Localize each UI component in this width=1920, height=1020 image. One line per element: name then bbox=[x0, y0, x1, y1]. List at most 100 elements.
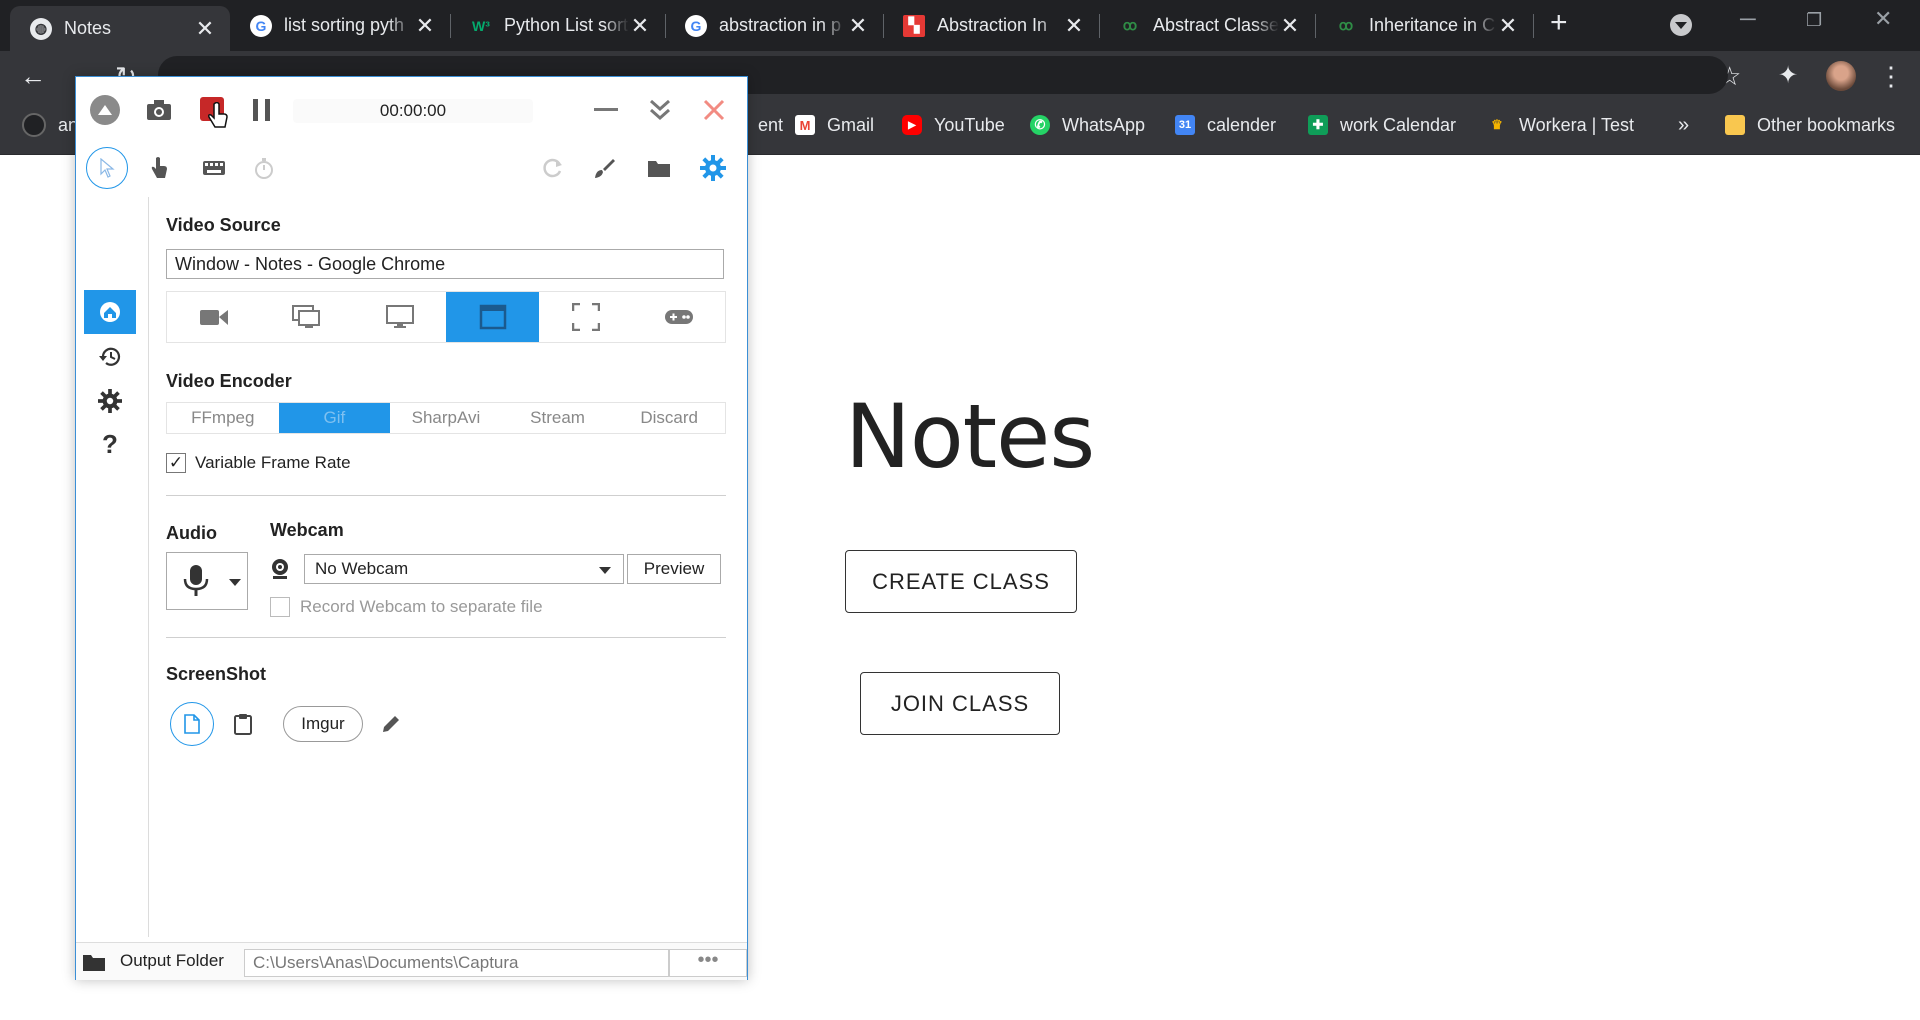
source-game-option[interactable] bbox=[632, 292, 725, 342]
preview-button[interactable]: Preview bbox=[627, 554, 721, 584]
folder-icon bbox=[648, 161, 670, 177]
more-menu-icon[interactable]: ⋮ bbox=[1878, 61, 1904, 92]
bookmark-whatsapp[interactable]: ✆ WhatsApp bbox=[1030, 110, 1145, 140]
tab-notes[interactable]: ◍ Notes ✕ bbox=[10, 6, 230, 51]
screenshot-button[interactable] bbox=[144, 95, 174, 125]
video-source-field[interactable]: Window - Notes - Google Chrome bbox=[166, 249, 724, 279]
collapse-button[interactable] bbox=[90, 95, 120, 125]
variable-frame-rate-label: Variable Frame Rate bbox=[195, 453, 351, 472]
close-tab-icon[interactable]: ✕ bbox=[847, 13, 869, 39]
bookmark-work-calendar[interactable]: ✚ work Calendar bbox=[1308, 110, 1456, 140]
bookmark-label: work Calendar bbox=[1340, 114, 1457, 135]
source-multi-screen-option[interactable] bbox=[260, 292, 353, 342]
minimize-button[interactable] bbox=[591, 95, 621, 125]
new-tab-button[interactable]: + bbox=[1550, 6, 1568, 40]
timer-toggle[interactable] bbox=[249, 153, 279, 183]
multiple-screens-icon bbox=[291, 305, 320, 328]
tab-python-list-sort[interactable]: W³ Python List sort ✕ bbox=[450, 0, 665, 51]
close-tab-icon[interactable]: ✕ bbox=[1063, 13, 1085, 39]
clipboard-button[interactable] bbox=[228, 709, 258, 739]
pause-button[interactable] bbox=[248, 95, 276, 125]
bookmark-gmail[interactable]: M Gmail bbox=[795, 110, 874, 140]
tab-title: abstraction in p bbox=[719, 15, 842, 35]
close-tab-icon[interactable]: ✕ bbox=[1279, 13, 1301, 39]
bookmark-ent[interactable]: ent bbox=[758, 110, 783, 140]
tab-list-sorting[interactable]: G list sorting pyth ✕ bbox=[230, 0, 450, 51]
back-arrow-icon[interactable]: ← bbox=[20, 61, 46, 92]
tab-title: list sorting pyth bbox=[284, 15, 405, 35]
output-folder-more-button[interactable]: ••• bbox=[669, 949, 747, 977]
stopwatch-icon bbox=[255, 158, 273, 179]
editor-button[interactable] bbox=[376, 709, 406, 739]
join-class-button[interactable]: JOIN CLASS bbox=[860, 672, 1060, 735]
sidebar-item-settings[interactable] bbox=[84, 379, 136, 423]
tab-abstraction-search[interactable]: G abstraction in p ✕ bbox=[665, 0, 883, 51]
mouse-pointer-icon bbox=[100, 158, 115, 178]
bookmark-calender[interactable]: 31 calender bbox=[1175, 110, 1276, 140]
close-tab-icon[interactable]: ✕ bbox=[1497, 13, 1519, 39]
record-webcam-separate-checkbox[interactable] bbox=[270, 597, 290, 617]
encoder-ffmpeg[interactable]: FFmpeg bbox=[167, 403, 279, 433]
bookmark-label: ent bbox=[758, 114, 784, 135]
extensions-puzzle-icon[interactable]: ✦ bbox=[1778, 61, 1798, 90]
close-window-icon[interactable]: ✕ bbox=[1874, 6, 1892, 32]
tab-title: Abstraction In bbox=[937, 15, 1048, 35]
whatsapp-icon: ✆ bbox=[1030, 115, 1050, 135]
sidebar-item-help[interactable]: ? bbox=[84, 422, 136, 466]
webcam-select[interactable]: No Webcam bbox=[304, 554, 624, 584]
imgur-button[interactable]: Imgur bbox=[283, 706, 363, 742]
encoder-discard[interactable]: Discard bbox=[613, 403, 725, 433]
close-button[interactable] bbox=[699, 95, 729, 125]
variable-frame-rate-checkbox[interactable]: ✓ bbox=[166, 453, 186, 473]
bookmark-youtube[interactable]: ▶ YouTube bbox=[902, 110, 1005, 140]
source-webcam-option[interactable] bbox=[167, 292, 260, 342]
encoder-stream[interactable]: Stream bbox=[502, 403, 614, 433]
avatar[interactable] bbox=[1826, 61, 1856, 91]
bookmark-other[interactable]: Other bookmarks bbox=[1725, 110, 1895, 140]
tray-button[interactable] bbox=[645, 95, 675, 125]
draw-button[interactable] bbox=[589, 153, 619, 183]
tab-abstract-classes[interactable]: ꝏ Abstract Classe ✕ bbox=[1099, 0, 1315, 51]
sidebar-item-history[interactable] bbox=[84, 335, 136, 379]
calendar-icon: 31 bbox=[1175, 115, 1195, 135]
save-to-disk-button[interactable] bbox=[170, 702, 214, 746]
youtube-icon: ▶ bbox=[902, 115, 922, 135]
bookmark-workera[interactable]: ♛ Workera | Test bbox=[1487, 110, 1634, 140]
cursor-toggle[interactable] bbox=[86, 147, 128, 189]
bookmark-an[interactable]: an bbox=[22, 110, 78, 140]
chevron-down-icon bbox=[599, 567, 611, 580]
refresh-icon bbox=[543, 158, 562, 178]
close-tab-icon[interactable]: ✕ bbox=[629, 13, 651, 39]
brush-icon bbox=[595, 159, 615, 178]
close-tab-icon[interactable]: ✕ bbox=[414, 13, 436, 39]
create-class-button[interactable]: CREATE CLASS bbox=[845, 550, 1077, 613]
bookmarks-overflow-chevron[interactable]: » bbox=[1678, 110, 1689, 140]
clipboard-icon bbox=[234, 714, 252, 735]
restore-window-icon[interactable]: ❐ bbox=[1806, 10, 1822, 31]
audio-source-button[interactable] bbox=[166, 552, 248, 610]
settings-button[interactable] bbox=[698, 153, 728, 183]
output-folder-path[interactable]: C:\Users\Anas\Documents\Captura bbox=[244, 949, 669, 977]
close-tab-icon[interactable]: ✕ bbox=[194, 16, 216, 42]
sidebar-item-home[interactable] bbox=[84, 290, 136, 334]
site-icon: ▚ bbox=[903, 14, 925, 37]
tab-search-button[interactable] bbox=[1670, 14, 1692, 36]
clicks-toggle[interactable] bbox=[144, 153, 174, 183]
source-screen-option[interactable] bbox=[353, 292, 446, 342]
encoder-sharpavi[interactable]: SharpAvi bbox=[390, 403, 502, 433]
webcam-select-value: No Webcam bbox=[315, 559, 409, 578]
tab-abstraction-in[interactable]: ▚ Abstraction In ✕ bbox=[883, 0, 1099, 51]
browser-tab-strip: ◍ Notes ✕ G list sorting pyth ✕ W³ Pytho… bbox=[0, 0, 1920, 51]
keystrokes-toggle[interactable] bbox=[196, 153, 232, 183]
refresh-button[interactable] bbox=[538, 153, 568, 183]
tab-separator bbox=[1533, 14, 1534, 38]
source-window-option[interactable] bbox=[446, 292, 539, 342]
minimize-window-icon[interactable]: ─ bbox=[1740, 6, 1756, 32]
encoder-gif[interactable]: Gif bbox=[278, 403, 391, 433]
close-icon bbox=[703, 99, 725, 121]
source-region-option[interactable] bbox=[539, 292, 632, 342]
microphone-icon bbox=[183, 565, 209, 596]
tab-inheritance[interactable]: ꝏ Inheritance in C ✕ bbox=[1315, 0, 1533, 51]
github-icon bbox=[22, 113, 46, 137]
open-folder-button[interactable] bbox=[644, 153, 674, 183]
